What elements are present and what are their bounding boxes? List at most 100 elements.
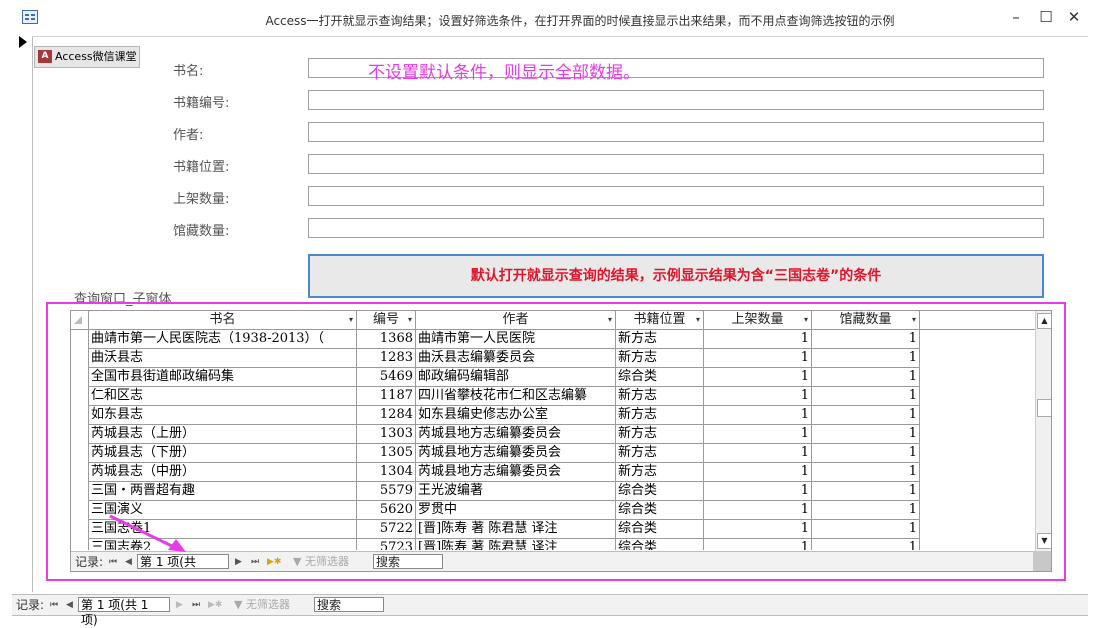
col-header-shelf-qty[interactable]: 上架数量 ▾ <box>704 311 812 329</box>
last-record-icon[interactable]: ⏭ <box>192 595 200 615</box>
cell-author[interactable]: 曲沃县志编纂委员会 <box>416 349 616 368</box>
prev-record-icon[interactable]: ◀ <box>66 595 73 615</box>
select-all-corner[interactable] <box>71 311 89 329</box>
minimize-button[interactable]: – <box>1002 6 1030 28</box>
cell-shelf-qty[interactable]: 1 <box>704 349 812 368</box>
first-record-icon[interactable]: ⏮ <box>109 552 117 571</box>
last-record-icon[interactable]: ⏭ <box>251 552 259 571</box>
cell-shelf-qty[interactable]: 1 <box>704 539 812 550</box>
scroll-down-icon[interactable]: ▼ <box>1037 533 1051 549</box>
cell-shelf-qty[interactable]: 1 <box>704 387 812 406</box>
cell-shelf-qty[interactable]: 1 <box>704 463 812 482</box>
cell-location[interactable]: 综合类 <box>616 501 704 520</box>
row-selector[interactable] <box>71 501 89 520</box>
prev-record-icon[interactable]: ◀ <box>125 552 132 571</box>
row-selector[interactable] <box>71 425 89 444</box>
row-selector[interactable] <box>71 330 89 349</box>
cell-book-name[interactable]: 芮城县志（上册） <box>89 425 357 444</box>
cell-shelf-qty[interactable]: 1 <box>704 406 812 425</box>
close-button[interactable]: ✕ <box>1060 6 1088 28</box>
new-record-icon[interactable]: ▶✱ <box>267 552 281 571</box>
cell-book-name[interactable]: 全国市县街道邮政编码集 <box>89 368 357 387</box>
row-selector[interactable] <box>71 482 89 501</box>
cell-location[interactable]: 新方志 <box>616 406 704 425</box>
cell-collection-qty[interactable]: 1 <box>812 482 920 501</box>
search-input[interactable]: 搜索 <box>314 597 384 612</box>
cell-id[interactable]: 1303 <box>357 425 416 444</box>
cell-author[interactable]: 王光波编著 <box>416 482 616 501</box>
cell-id[interactable]: 1304 <box>357 463 416 482</box>
table-row[interactable]: 芮城县志（上册） 1303 芮城县地方志编纂委员会 新方志 1 1 <box>71 425 1035 444</box>
cell-id[interactable]: 5579 <box>357 482 416 501</box>
cell-id[interactable]: 5722 <box>357 520 416 539</box>
col-header-id[interactable]: 编号 ▾ <box>357 311 416 329</box>
cell-author[interactable]: 芮城县地方志编纂委员会 <box>416 444 616 463</box>
cell-collection-qty[interactable]: 1 <box>812 368 920 387</box>
cell-book-name[interactable]: 三国・两晋超有趣 <box>89 482 357 501</box>
col-header-author[interactable]: 作者 ▾ <box>416 311 616 329</box>
cell-author[interactable]: 如东县编史修志办公室 <box>416 406 616 425</box>
cell-collection-qty[interactable]: 1 <box>812 463 920 482</box>
cell-location[interactable]: 综合类 <box>616 368 704 387</box>
filter-indicator[interactable]: ▼ 无筛选器 <box>234 595 290 615</box>
cell-collection-qty[interactable]: 1 <box>812 501 920 520</box>
cell-shelf-qty[interactable]: 1 <box>704 501 812 520</box>
dropdown-icon[interactable]: ▾ <box>408 311 412 329</box>
table-row[interactable]: 芮城县志（中册） 1304 芮城县地方志编纂委员会 新方志 1 1 <box>71 463 1035 482</box>
cell-id[interactable]: 1305 <box>357 444 416 463</box>
col-header-collection-qty[interactable]: 馆藏数量 ▾ <box>812 311 920 329</box>
cell-shelf-qty[interactable]: 1 <box>704 520 812 539</box>
cell-collection-qty[interactable]: 1 <box>812 425 920 444</box>
cell-collection-qty[interactable]: 1 <box>812 539 920 550</box>
shelf-qty-input[interactable] <box>308 186 1044 206</box>
author-input[interactable] <box>308 122 1044 142</box>
subform-datasheet[interactable]: 书名 ▾ 编号 ▾ 作者 ▾ 书籍位置 ▾ 上架数量 ▾ 馆藏数量 ▾ 曲靖市第一人民医院志… <box>70 310 1052 572</box>
scroll-thumb[interactable] <box>1037 399 1051 417</box>
table-row[interactable]: 三国演义 5620 罗贯中 综合类 1 1 <box>71 501 1035 520</box>
logo-button[interactable]: A Access微信课堂 <box>34 46 140 68</box>
vertical-scrollbar[interactable]: ▲ ▼ <box>1035 311 1051 551</box>
table-row[interactable]: 曲沃县志 1283 曲沃县志编纂委员会 新方志 1 1 <box>71 349 1035 368</box>
cell-author[interactable]: 芮城县地方志编纂委员会 <box>416 425 616 444</box>
cell-location[interactable]: 综合类 <box>616 482 704 501</box>
dropdown-icon[interactable]: ▾ <box>804 311 808 329</box>
search-input[interactable]: 搜索 <box>373 554 443 569</box>
cell-author[interactable]: 邮政编码编辑部 <box>416 368 616 387</box>
cell-author[interactable]: 曲靖市第一人民医院 <box>416 330 616 349</box>
dropdown-icon[interactable]: ▾ <box>608 311 612 329</box>
cell-author[interactable]: 芮城县地方志编纂委员会 <box>416 463 616 482</box>
location-input[interactable] <box>308 154 1044 174</box>
cell-shelf-qty[interactable]: 1 <box>704 444 812 463</box>
new-record-icon[interactable]: ▶✱ <box>208 595 222 615</box>
dropdown-icon[interactable]: ▾ <box>349 311 353 329</box>
row-selector[interactable] <box>71 368 89 387</box>
cell-collection-qty[interactable]: 1 <box>812 444 920 463</box>
cell-location[interactable]: 新方志 <box>616 349 704 368</box>
maximize-button[interactable]: ☐ <box>1032 6 1060 28</box>
table-row[interactable]: 三国志卷1 5722 [晋]陈寿 著 陈君慧 译注 综合类 1 1 <box>71 520 1035 539</box>
cell-book-name[interactable]: 曲靖市第一人民医院志（1938-2013）（ <box>89 330 357 349</box>
table-row[interactable]: 全国市县街道邮政编码集 5469 邮政编码编辑部 综合类 1 1 <box>71 368 1035 387</box>
cell-id[interactable]: 1283 <box>357 349 416 368</box>
cell-collection-qty[interactable]: 1 <box>812 349 920 368</box>
cell-location[interactable]: 新方志 <box>616 444 704 463</box>
row-selector[interactable] <box>71 387 89 406</box>
cell-book-name[interactable]: 芮城县志（中册） <box>89 463 357 482</box>
book-id-input[interactable] <box>308 90 1044 110</box>
cell-book-name[interactable]: 曲沃县志 <box>89 349 357 368</box>
cell-shelf-qty[interactable]: 1 <box>704 368 812 387</box>
row-selector[interactable] <box>71 463 89 482</box>
record-position-field[interactable]: 第 1 项(共 1392 <box>137 554 229 571</box>
cell-collection-qty[interactable]: 1 <box>812 387 920 406</box>
table-row[interactable]: 如东县志 1284 如东县编史修志办公室 新方志 1 1 <box>71 406 1035 425</box>
row-selector[interactable] <box>71 444 89 463</box>
cell-shelf-qty[interactable]: 1 <box>704 482 812 501</box>
cell-author[interactable]: 四川省攀枝花市仁和区志编纂 <box>416 387 616 406</box>
cell-author[interactable]: [晋]陈寿 著 陈君慧 译注 <box>416 520 616 539</box>
cell-book-name[interactable]: 三国志卷1 <box>89 520 357 539</box>
table-row[interactable]: 芮城县志（下册） 1305 芮城县地方志编纂委员会 新方志 1 1 <box>71 444 1035 463</box>
cell-location[interactable]: 新方志 <box>616 387 704 406</box>
cell-book-name[interactable]: 三国演义 <box>89 501 357 520</box>
cell-id[interactable]: 1368 <box>357 330 416 349</box>
cell-shelf-qty[interactable]: 1 <box>704 330 812 349</box>
